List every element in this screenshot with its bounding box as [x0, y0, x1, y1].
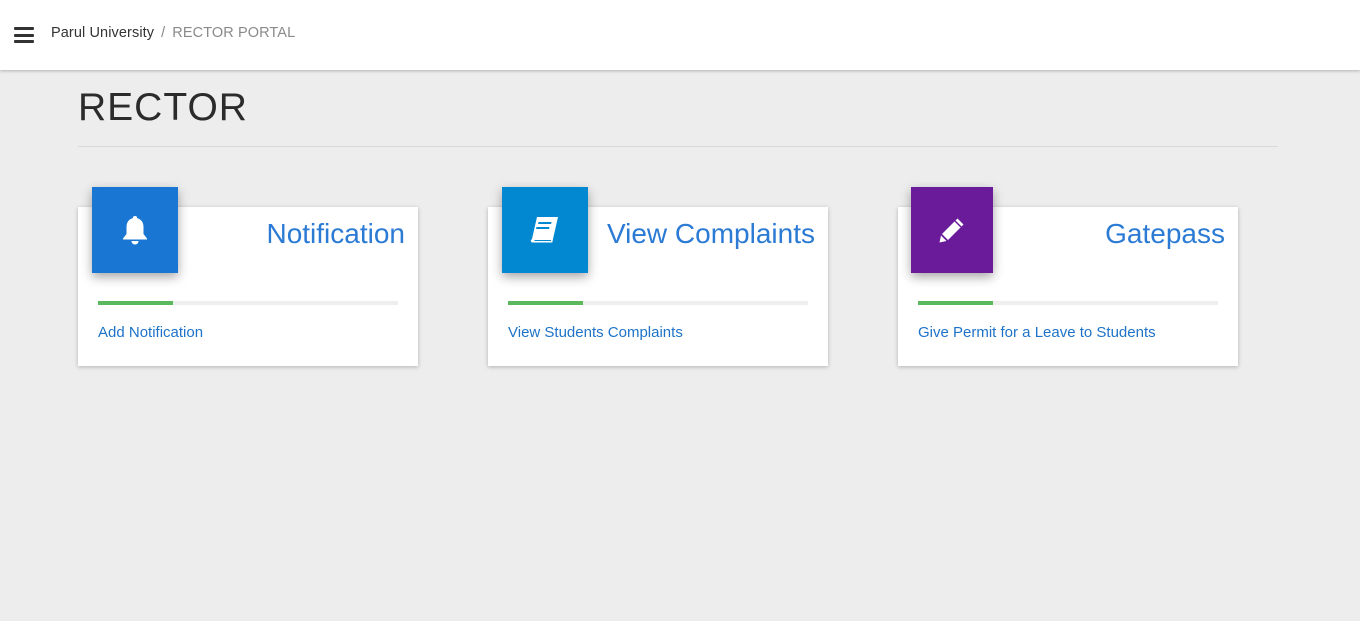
- gatepass-card: Gatepass Give Permit for a Leave to Stud…: [898, 187, 1238, 366]
- breadcrumb-root-link[interactable]: Parul University: [51, 25, 154, 41]
- notification-card: Notification Add Notification: [78, 187, 418, 366]
- give-permit-link[interactable]: Give Permit for a Leave to Students: [918, 324, 1156, 341]
- view-students-complaints-link[interactable]: View Students Complaints: [508, 324, 683, 341]
- add-notification-link[interactable]: Add Notification: [98, 324, 203, 341]
- page-title: RECTOR: [78, 86, 248, 129]
- complaints-card-title: View Complaints: [606, 218, 815, 249]
- complaints-progress-bar: [508, 301, 808, 305]
- bell-icon: [123, 216, 147, 245]
- complaints-progress-fill: [508, 301, 583, 305]
- notification-card-title: Notification: [266, 218, 405, 249]
- notification-progress-bar: [98, 301, 398, 305]
- gatepass-card-icon-box: [911, 187, 993, 273]
- gatepass-card-title: Gatepass: [1105, 218, 1225, 249]
- hamburger-menu-icon[interactable]: [14, 27, 34, 43]
- complaints-card-icon-box: [502, 187, 588, 273]
- breadcrumb-current: RECTOR PORTAL: [172, 25, 296, 41]
- notification-card-icon-box: [92, 187, 178, 273]
- gatepass-progress-bar: [918, 301, 1218, 305]
- breadcrumb: Parul University / RECTOR PORTAL: [51, 25, 295, 41]
- complaints-card: View Complaints View Students Complaints: [488, 187, 828, 366]
- top-navbar: Parul University / RECTOR PORTAL: [0, 0, 1360, 70]
- pencil-icon: [939, 218, 964, 243]
- gatepass-progress-fill: [918, 301, 993, 305]
- notification-progress-fill: [98, 301, 173, 305]
- book-icon: [530, 217, 558, 243]
- title-divider: [78, 146, 1278, 147]
- breadcrumb-separator: /: [161, 25, 166, 41]
